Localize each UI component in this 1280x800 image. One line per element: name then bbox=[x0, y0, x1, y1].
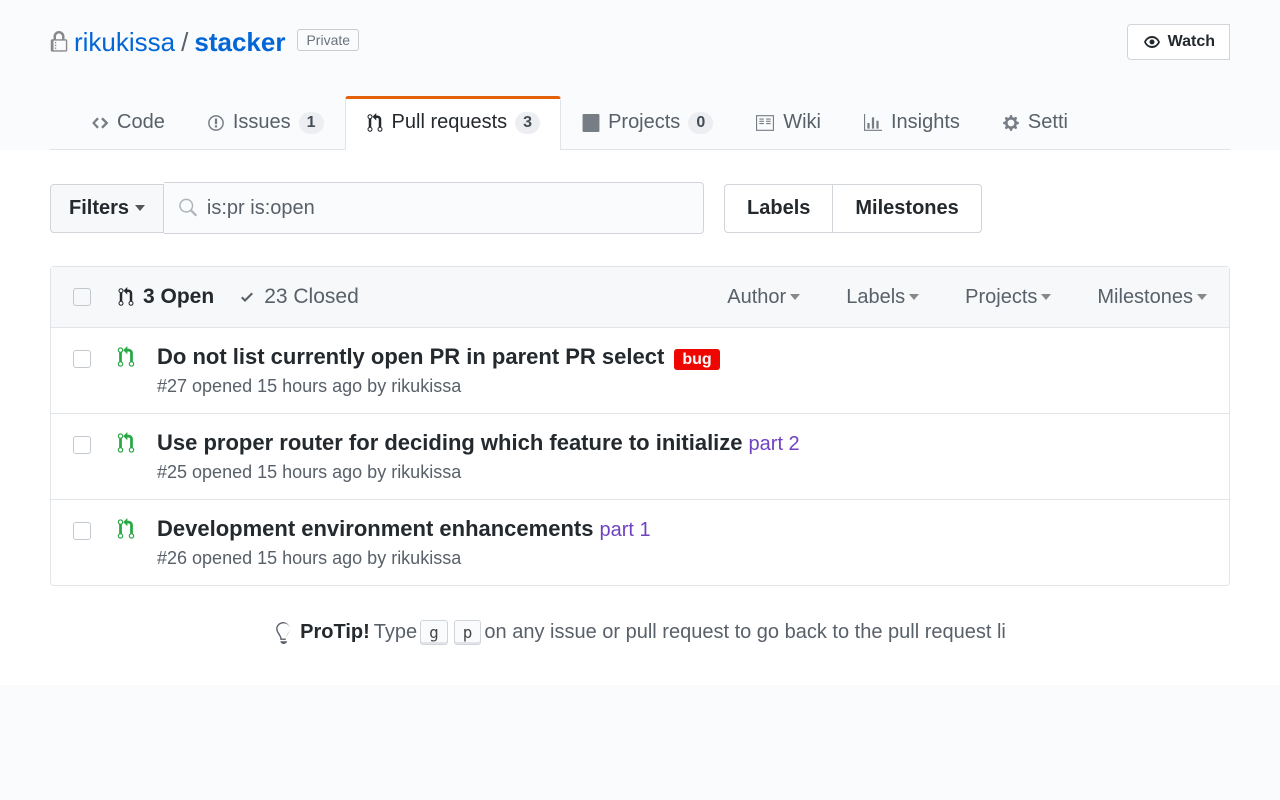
issue-meta: #26 opened 15 hours ago by rikukissa bbox=[157, 548, 651, 569]
labels-button[interactable]: Labels bbox=[724, 184, 833, 233]
search-icon bbox=[178, 198, 197, 218]
filters-button[interactable]: Filters bbox=[50, 184, 164, 233]
issues-count: 1 bbox=[299, 112, 324, 134]
tab-pull-requests[interactable]: Pull requests 3 bbox=[345, 96, 562, 150]
watch-button[interactable]: Watch bbox=[1127, 24, 1230, 60]
row-checkbox[interactable] bbox=[73, 436, 91, 454]
repo-name-link[interactable]: stacker bbox=[194, 27, 285, 58]
tab-projects[interactable]: Projects 0 bbox=[561, 96, 734, 150]
filter-milestones[interactable]: Milestones bbox=[1097, 286, 1207, 309]
milestones-button[interactable]: Milestones bbox=[832, 184, 981, 233]
issue-title-link[interactable]: Do not list currently open PR in parent … bbox=[157, 344, 664, 369]
issue-row: Development environment enhancements part… bbox=[51, 500, 1229, 585]
projects-count: 0 bbox=[688, 112, 713, 134]
git-pull-request-icon bbox=[117, 432, 135, 454]
row-checkbox[interactable] bbox=[73, 522, 91, 540]
git-pull-request-icon bbox=[117, 346, 135, 368]
issue-title-link[interactable]: Use proper router for deciding which fea… bbox=[157, 430, 743, 455]
issue-meta: #27 opened 15 hours ago by rikukissa bbox=[157, 376, 720, 397]
filter-author[interactable]: Author bbox=[727, 286, 800, 309]
part-link[interactable]: part 2 bbox=[749, 433, 800, 455]
label-bug[interactable]: bug bbox=[674, 349, 719, 370]
git-pull-request-icon bbox=[117, 518, 135, 540]
repo-title: rikukissa / stacker Private Watch bbox=[50, 24, 1230, 60]
tab-settings[interactable]: Setti bbox=[981, 96, 1089, 150]
issue-title-link[interactable]: Development environment enhancements bbox=[157, 516, 593, 541]
issue-row: Do not list currently open PR in parent … bbox=[51, 328, 1229, 414]
chevron-down-icon bbox=[135, 205, 145, 211]
closed-tab[interactable]: 23 Closed bbox=[238, 285, 359, 309]
issue-row: Use proper router for deciding which fea… bbox=[51, 414, 1229, 500]
filter-labels[interactable]: Labels bbox=[846, 286, 919, 309]
eye-icon bbox=[1142, 34, 1162, 50]
tab-code[interactable]: Code bbox=[70, 96, 186, 150]
pr-count: 3 bbox=[515, 112, 540, 134]
protip: ProTip! Type g p on any issue or pull re… bbox=[50, 586, 1230, 645]
tabs-nav: Code Issues 1 Pull requests 3 Projects 0… bbox=[50, 96, 1230, 150]
lock-icon bbox=[50, 31, 68, 53]
kbd-g: g bbox=[420, 620, 448, 645]
filter-projects[interactable]: Projects bbox=[965, 286, 1051, 309]
kbd-p: p bbox=[454, 620, 482, 645]
tab-insights[interactable]: Insights bbox=[842, 96, 981, 150]
visibility-badge: Private bbox=[297, 29, 359, 51]
row-checkbox[interactable] bbox=[73, 350, 91, 368]
part-link[interactable]: part 1 bbox=[599, 519, 650, 541]
issue-meta: #25 opened 15 hours ago by rikukissa bbox=[157, 462, 800, 483]
tab-issues[interactable]: Issues 1 bbox=[186, 96, 345, 150]
repo-owner-link[interactable]: rikukissa bbox=[74, 27, 175, 58]
search-input[interactable] bbox=[207, 197, 689, 220]
open-tab[interactable]: 3 Open bbox=[117, 285, 214, 309]
tab-wiki[interactable]: Wiki bbox=[734, 96, 842, 150]
lightbulb-icon bbox=[274, 622, 292, 644]
select-all-checkbox[interactable] bbox=[73, 288, 91, 306]
